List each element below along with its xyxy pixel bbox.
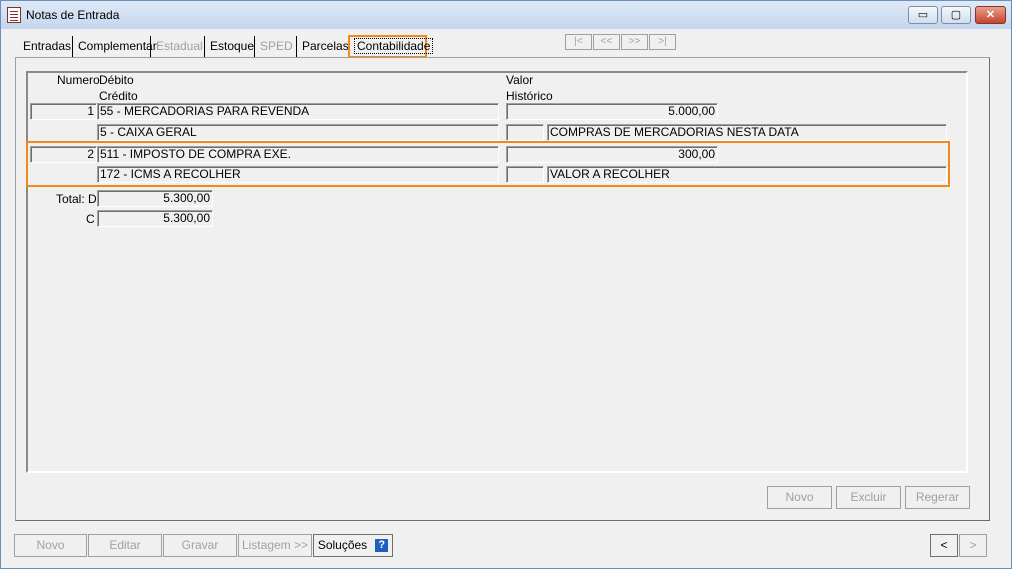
prev-button[interactable]: <: [930, 534, 958, 557]
tab-estoque[interactable]: Estoque: [205, 36, 255, 57]
solucoes-button[interactable]: Soluções?: [313, 534, 393, 557]
listagem-button[interactable]: Listagem >>: [238, 534, 312, 557]
gravar-button[interactable]: Gravar: [163, 534, 237, 557]
row1-historico[interactable]: COMPRAS DE MERCADORIAS NESTA DATA: [547, 124, 947, 141]
last-record-button[interactable]: >|: [649, 34, 676, 50]
total-c-value: 5.300,00: [97, 210, 213, 227]
novo-button[interactable]: Novo: [14, 534, 87, 557]
row1-debito[interactable]: 55 - MERCADORIAS PARA REVENDA: [97, 103, 499, 120]
total-c-label: C: [86, 212, 95, 226]
first-record-button[interactable]: |<: [565, 34, 592, 50]
minimize-button[interactable]: ▭: [908, 6, 938, 24]
excluir-entry-button[interactable]: Excluir: [836, 486, 901, 509]
help-icon: ?: [375, 539, 389, 553]
row2-highlight: [26, 141, 950, 187]
tab-sped: SPED: [255, 36, 297, 57]
total-d-label: Total: D: [56, 192, 97, 206]
row1-valor[interactable]: 5.000,00: [506, 103, 718, 120]
next-button[interactable]: >: [959, 534, 987, 557]
tab-complementar[interactable]: Complementar: [73, 36, 157, 57]
row1-numero: 1: [30, 103, 97, 120]
tab-estadual: Estadual: [151, 36, 205, 57]
header-valor: Valor: [506, 73, 534, 87]
tab-parcelas[interactable]: Parcelas: [297, 36, 349, 57]
title-bar: Notas de Entrada ▭ ▢ ✕: [1, 1, 1011, 29]
header-historico: Histórico: [506, 89, 553, 103]
row1-historico-code[interactable]: [506, 124, 544, 141]
header-debito: Débito: [99, 73, 134, 87]
tab-contabilidade-label: Contabilidade: [354, 38, 434, 54]
regerar-button[interactable]: Regerar: [905, 486, 970, 509]
novo-entry-button[interactable]: Novo: [767, 486, 832, 509]
close-button[interactable]: ✕: [975, 6, 1006, 24]
window-title: Notas de Entrada: [26, 8, 120, 22]
editar-button[interactable]: Editar: [88, 534, 162, 557]
next-record-button[interactable]: >>: [621, 34, 648, 50]
tab-entradas[interactable]: Entradas: [18, 36, 73, 57]
maximize-button[interactable]: ▢: [941, 6, 971, 24]
prev-record-button[interactable]: <<: [593, 34, 620, 50]
header-credito: Crédito: [99, 89, 138, 103]
tab-contabilidade[interactable]: Contabilidade: [348, 35, 434, 58]
document-icon: [7, 7, 21, 23]
row1-credito[interactable]: 5 - CAIXA GERAL: [97, 124, 499, 141]
solucoes-label: Soluções: [317, 538, 368, 552]
header-numero: Numero: [57, 73, 100, 87]
total-d-value: 5.300,00: [97, 190, 213, 207]
